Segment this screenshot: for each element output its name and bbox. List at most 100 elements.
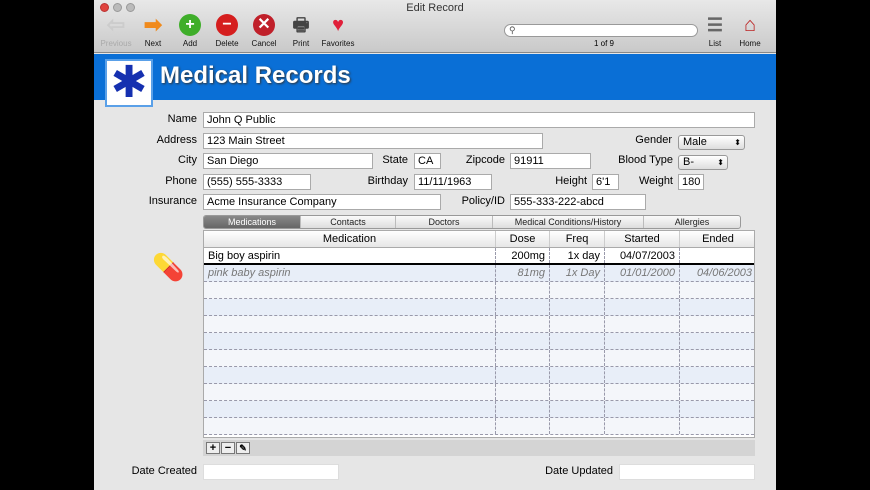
cell-dose[interactable]: 200mg (496, 248, 550, 263)
tab-allergies[interactable]: Allergies (644, 216, 740, 228)
home-button[interactable]: ⌂ Home (728, 14, 772, 48)
cell-ended[interactable] (680, 384, 754, 400)
cell-freq[interactable] (550, 350, 605, 366)
cell-started[interactable] (605, 333, 680, 349)
cell-ended[interactable] (680, 248, 754, 263)
cell-freq[interactable] (550, 316, 605, 332)
table-row[interactable]: pink baby aspirin 81mg 1x Day 01/01/2000 04/… (204, 265, 754, 282)
gender-select[interactable]: Male (678, 135, 745, 150)
cell-dose[interactable]: 81mg (496, 265, 550, 281)
cell-dose[interactable] (496, 333, 550, 349)
cell-freq[interactable] (550, 299, 605, 315)
cell-started[interactable] (605, 282, 680, 298)
phone-field[interactable]: (555) 555-3333 (203, 174, 311, 190)
table-row[interactable] (204, 333, 754, 350)
cell-ended[interactable] (680, 299, 754, 315)
cell-ended[interactable] (680, 316, 754, 332)
col-freq[interactable]: Freq (550, 231, 605, 247)
tab-contacts[interactable]: Contacts (301, 216, 396, 228)
date-created-field[interactable] (203, 464, 339, 480)
table-row[interactable] (204, 350, 754, 367)
table-row[interactable] (204, 316, 754, 333)
cell-freq[interactable] (550, 333, 605, 349)
cell-started[interactable] (605, 418, 680, 434)
search-input[interactable]: ⚲ (504, 24, 698, 37)
cell-medication[interactable]: Big boy aspirin (204, 248, 496, 263)
cell-started[interactable] (605, 367, 680, 383)
edit-row-icon[interactable]: ✎ (236, 442, 250, 454)
tab-medications[interactable]: Medications (204, 216, 301, 228)
cell-medication[interactable] (204, 367, 496, 383)
table-row[interactable] (204, 401, 754, 418)
next-label: Next (144, 39, 162, 48)
height-field[interactable]: 6'1 (592, 174, 619, 190)
birthday-field[interactable]: 11/11/1963 (414, 174, 492, 190)
cell-medication[interactable] (204, 401, 496, 417)
cell-medication[interactable] (204, 299, 496, 315)
cell-ended[interactable] (680, 418, 754, 434)
col-medication[interactable]: Medication (204, 231, 496, 247)
cell-freq[interactable] (550, 384, 605, 400)
cell-started[interactable]: 01/01/2000 (605, 265, 680, 281)
cell-started[interactable] (605, 350, 680, 366)
cell-freq[interactable] (550, 367, 605, 383)
cell-freq[interactable] (550, 418, 605, 434)
add-row-button[interactable]: + (206, 442, 220, 454)
cell-dose[interactable] (496, 401, 550, 417)
cell-started[interactable] (605, 316, 680, 332)
cell-dose[interactable] (496, 316, 550, 332)
cell-started[interactable]: 04/07/2003 (605, 248, 680, 263)
cell-medication[interactable] (204, 333, 496, 349)
cell-freq[interactable] (550, 282, 605, 298)
cell-freq[interactable]: 1x day (550, 248, 605, 263)
cell-ended[interactable] (680, 333, 754, 349)
table-row[interactable]: Big boy aspirin 200mg 1x day 04/07/2003 (204, 248, 754, 265)
weight-field[interactable]: 180 (678, 174, 704, 190)
table-row[interactable] (204, 367, 754, 384)
cell-medication[interactable] (204, 418, 496, 434)
cell-ended[interactable] (680, 367, 754, 383)
cell-medication[interactable] (204, 316, 496, 332)
cell-medication[interactable] (204, 350, 496, 366)
cell-dose[interactable] (496, 384, 550, 400)
col-dose[interactable]: Dose (496, 231, 550, 247)
cell-dose[interactable] (496, 418, 550, 434)
cell-medication[interactable] (204, 384, 496, 400)
cell-medication[interactable]: pink baby aspirin (204, 265, 496, 281)
zipcode-field[interactable]: 91911 (510, 153, 591, 169)
col-started[interactable]: Started (605, 231, 680, 247)
cell-freq[interactable]: 1x Day (550, 265, 605, 281)
cell-ended[interactable] (680, 401, 754, 417)
cell-ended[interactable]: 04/06/2003 (680, 265, 754, 281)
policy-id-field[interactable]: 555-333-222-abcd (510, 194, 646, 210)
blood-type-select[interactable]: B- (678, 155, 728, 170)
cell-started[interactable] (605, 299, 680, 315)
table-row[interactable] (204, 282, 754, 299)
city-field[interactable]: San Diego (203, 153, 373, 169)
state-field[interactable]: CA (414, 153, 441, 169)
cell-started[interactable] (605, 401, 680, 417)
address-field[interactable]: 123 Main Street (203, 133, 543, 149)
favorites-button[interactable]: ♥ Favorites (316, 14, 360, 48)
date-updated-field[interactable] (619, 464, 755, 480)
cell-ended[interactable] (680, 350, 754, 366)
table-row[interactable] (204, 418, 754, 435)
tab-medical-conditions[interactable]: Medical Conditions/History (493, 216, 644, 228)
insurance-field[interactable]: Acme Insurance Company (203, 194, 441, 210)
remove-row-button[interactable]: − (221, 442, 235, 454)
cell-ended[interactable] (680, 282, 754, 298)
heart-icon: ♥ (332, 14, 344, 36)
cell-dose[interactable] (496, 350, 550, 366)
cell-freq[interactable] (550, 401, 605, 417)
cell-dose[interactable] (496, 367, 550, 383)
cell-dose[interactable] (496, 282, 550, 298)
cell-started[interactable] (605, 384, 680, 400)
cell-dose[interactable] (496, 299, 550, 315)
name-field[interactable]: John Q Public (203, 112, 755, 128)
table-row[interactable] (204, 299, 754, 316)
cell-medication[interactable] (204, 282, 496, 298)
col-ended[interactable]: Ended (680, 231, 754, 247)
table-row[interactable] (204, 384, 754, 401)
tab-doctors[interactable]: Doctors (396, 216, 493, 228)
list-icon: ☰ (706, 15, 724, 35)
